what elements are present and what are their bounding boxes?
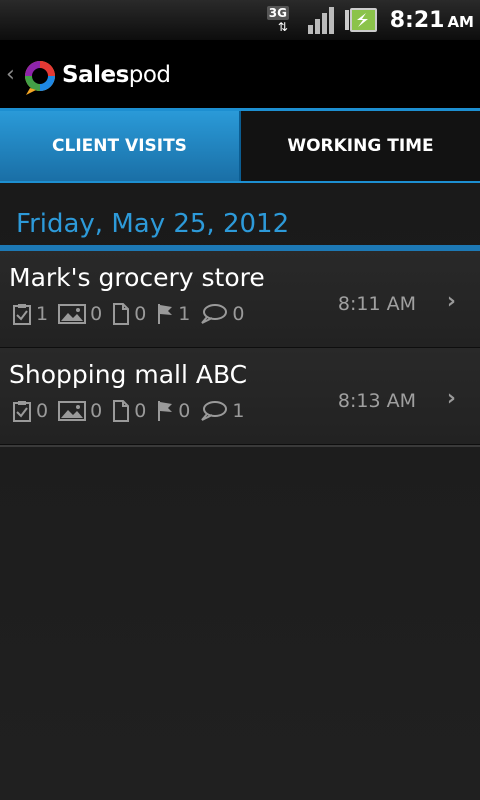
comments-count: 0 [232, 303, 245, 325]
list-item[interactable]: Mark's grocery store 1 0 0 1 0 8:11 AM › [0, 251, 480, 348]
status-icons: 3G ⇅ 8:21 AM [266, 0, 474, 40]
flags-stat: 0 [156, 400, 190, 422]
photos-count: 0 [90, 400, 103, 422]
tab-bar: CLIENT VISITS WORKING TIME [0, 111, 480, 183]
battery-icon [344, 8, 377, 32]
documents-stat: 0 [112, 400, 146, 422]
flag-icon [158, 304, 173, 324]
visit-stats: 0 0 0 0 1 [12, 400, 244, 422]
list-item[interactable]: Shopping mall ABC 0 0 0 0 1 8:13 AM › [0, 348, 480, 445]
list-end-divider [0, 445, 480, 447]
visit-client-name: Shopping mall ABC [9, 360, 248, 389]
documents-stat: 0 [112, 303, 146, 325]
photo-icon [58, 304, 87, 324]
visit-time: 8:13 AM [337, 390, 416, 412]
network-label: 3G [266, 6, 289, 20]
documents-count: 0 [134, 303, 147, 325]
visits-list: Friday, May 25, 2012 Mark's grocery stor… [0, 183, 480, 800]
flag-icon [158, 401, 173, 421]
status-bar: 3G ⇅ 8:21 AM [0, 0, 480, 40]
clock-ampm: AM [447, 12, 474, 31]
comment-icon [201, 304, 228, 324]
clock: 8:21 AM [390, 8, 474, 33]
tasks-count: 1 [36, 303, 49, 325]
chevron-right-icon: › [446, 289, 456, 314]
comments-stat: 0 [200, 303, 244, 325]
network-3g-icon: 3G ⇅ [266, 4, 298, 36]
tab-client-visits[interactable]: CLIENT VISITS [0, 111, 239, 181]
logo-bold: Sales [62, 62, 129, 88]
logo-light: pod [128, 62, 171, 88]
comments-count: 1 [232, 400, 245, 422]
app-logo-text: Salespod [62, 62, 171, 88]
visit-time: 8:11 AM [337, 293, 416, 315]
flags-count: 0 [178, 400, 191, 422]
document-icon [113, 303, 130, 325]
photos-count: 0 [90, 303, 103, 325]
comment-icon [201, 401, 228, 421]
documents-count: 0 [134, 400, 147, 422]
chevron-left-icon[interactable]: ‹ [6, 62, 15, 87]
photo-icon [58, 401, 87, 421]
tasks-count: 0 [36, 400, 49, 422]
comments-stat: 1 [200, 400, 244, 422]
salespod-logo-icon [25, 61, 55, 95]
flags-stat: 1 [156, 303, 190, 325]
flags-count: 1 [178, 303, 191, 325]
clipboard-check-icon [13, 401, 31, 422]
tab-working-time[interactable]: WORKING TIME [241, 111, 480, 181]
clipboard-check-icon [13, 304, 31, 325]
document-icon [113, 400, 130, 422]
visit-stats: 1 0 0 1 0 [12, 303, 244, 325]
date-header: Friday, May 25, 2012 [16, 209, 290, 239]
visit-client-name: Mark's grocery store [9, 263, 265, 292]
signal-icon [307, 7, 334, 34]
photos-stat: 0 [58, 400, 102, 422]
clock-time: 8:21 [389, 7, 445, 33]
tasks-stat: 0 [12, 400, 48, 422]
data-arrows-icon: ⇅ [277, 20, 288, 34]
tasks-stat: 1 [12, 303, 48, 325]
chevron-right-icon: › [446, 386, 456, 411]
photos-stat: 0 [58, 303, 102, 325]
